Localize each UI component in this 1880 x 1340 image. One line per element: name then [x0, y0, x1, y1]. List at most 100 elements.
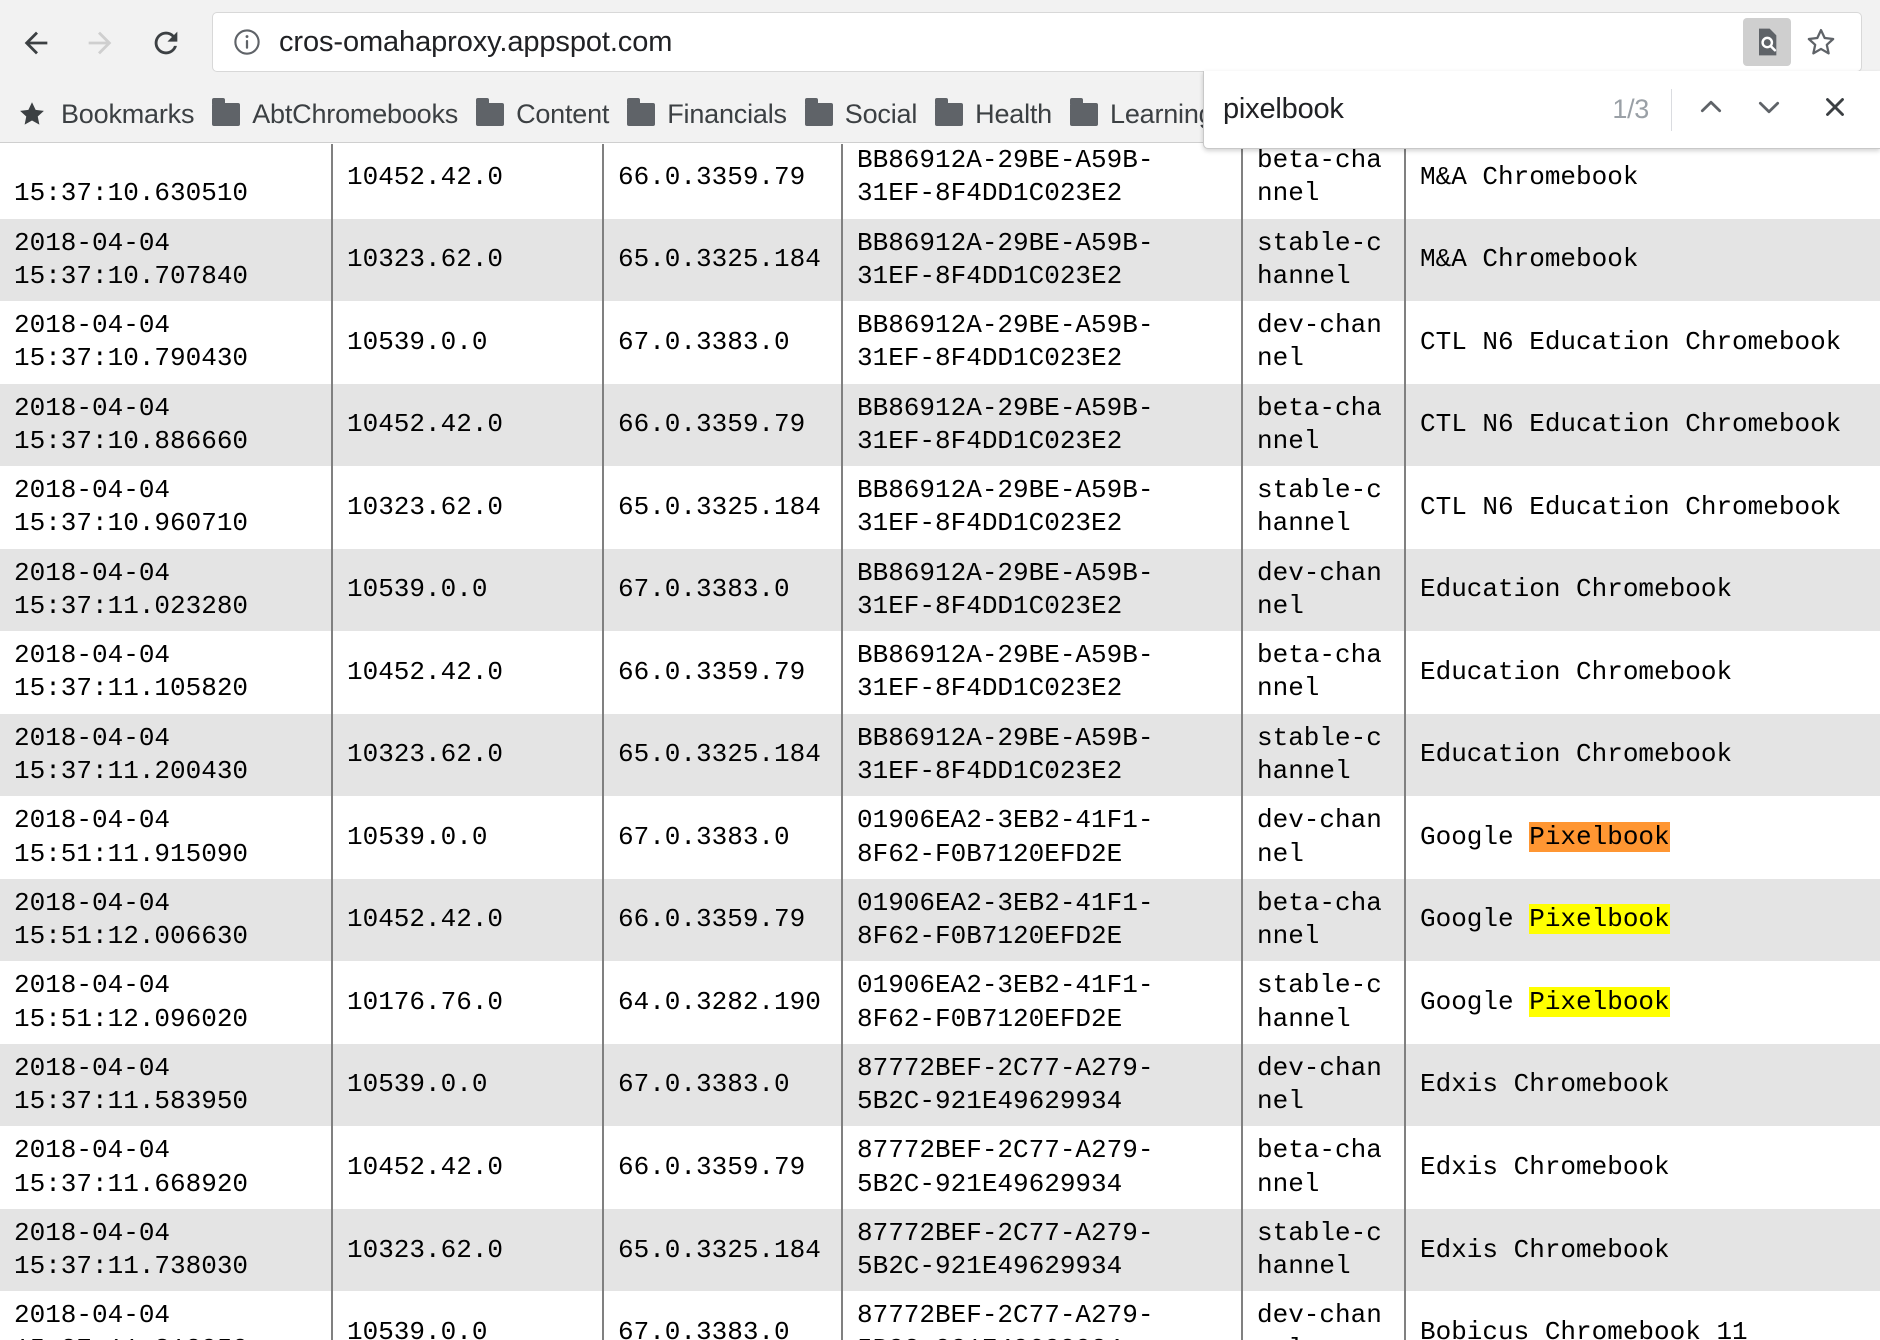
find-input[interactable]	[1223, 93, 1613, 126]
cell-chrome-version: 67.0.3383.0	[602, 1291, 842, 1340]
cell-uuid: 01906EA2-3EB2-41F1-8F62-F0B7120EFD2E	[841, 961, 1242, 1044]
address-bar[interactable]: cros-omahaproxy.appspot.com	[212, 12, 1862, 72]
cell-channel: beta-​channel	[1241, 878, 1405, 962]
cell-uuid: 01906EA2-3EB2-41F1-8F62-F0B7120EFD2E	[841, 796, 1242, 879]
bookmark-item-bookmarks[interactable]: Bookmarks	[8, 92, 203, 136]
folder-icon	[1070, 97, 1098, 126]
table-row: 2018-04-04 15:37:11.105820 10452.42.0 66.0.…	[0, 631, 1880, 714]
folder-icon	[935, 97, 964, 126]
cell-chrome-version: 67.0.3383.0	[602, 1043, 842, 1127]
bookmark-item-content[interactable]: Content	[467, 92, 618, 136]
find-close-button[interactable]	[1806, 81, 1864, 139]
table-row: 2018-04-04 15:37:11.583950 10539.0.0 67.0.3…	[0, 1043, 1880, 1127]
cell-timestamp: 2018-04-04 15:37:11.105820	[14, 640, 249, 704]
cell-channel: beta-​channel	[1241, 383, 1405, 467]
find-match-highlight: Pixelbook	[1529, 904, 1670, 935]
cell-channel: stable-​channel	[1241, 961, 1405, 1044]
cell-model: Edxis Chromebook	[1404, 1126, 1880, 1209]
bookmark-label: Learning	[1110, 98, 1214, 129]
cell-uuid: BB86912A-29BE-A59B-31EF-8F4DD1C023E2	[841, 631, 1242, 714]
cell-platform-version: 10539.0.0	[331, 548, 603, 632]
cell-timestamp: 2018-04-0415:37:11.813950	[14, 1300, 248, 1340]
cell-uuid: 87772BEF-2C77-A279-5B2C-921E49629934	[841, 1126, 1242, 1209]
table-row: 2018-04-04 15:37:11.668920 10452.42.0 66.0.…	[0, 1126, 1880, 1209]
cell-model: Edxis Chromebook	[1404, 1043, 1880, 1127]
back-arrow-icon	[19, 26, 53, 60]
close-x-icon	[1820, 92, 1850, 127]
cell-model: Google Pixelbook	[1404, 796, 1880, 879]
info-circle-icon[interactable]	[231, 26, 263, 58]
back-button[interactable]	[8, 15, 64, 71]
find-match-count: 1/3	[1612, 94, 1649, 124]
cell-model: M&A Chromebook	[1404, 144, 1880, 219]
cell-uuid: BB86912A-29BE-A59B-31EF-8F4DD1C023E2	[841, 301, 1242, 384]
cell-chrome-version: 67.0.3383.0	[602, 548, 842, 632]
cell-model: CTL N6 Education Chromebook	[1404, 466, 1880, 549]
bookmark-item-abtchromebooks[interactable]: AbtChromebooks	[203, 92, 467, 136]
star-icon	[17, 99, 47, 129]
table-row: 2018-04-04 15:51:12.096020 10176.76.0 64.0.…	[0, 961, 1880, 1044]
cell-chrome-version: 65.0.3325.184	[602, 1208, 842, 1292]
find-match-highlight: Pixelbook	[1529, 986, 1670, 1017]
cell-channel: stable-​channel	[1241, 466, 1405, 549]
find-previous-button[interactable]	[1682, 81, 1740, 139]
cell-uuid: BB86912A-29BE-A59B-31EF-8F4DD1C023E2	[841, 548, 1242, 632]
cell-uuid: 87772BEF-2C77-A279-5B2C-921E49629934	[841, 1043, 1242, 1127]
cell-uuid: 01906EA2-3EB2-41F1-8F62-F0B7120EFD2E	[841, 878, 1242, 962]
folder-icon	[212, 97, 241, 126]
cell-channel: dev-​channel	[1241, 301, 1405, 384]
cell-timestamp: 2018-04-04 15:37:11.668920	[14, 1135, 249, 1199]
cell-timestamp: 2018-04-04 15:37:11.738030	[14, 1217, 249, 1282]
cell-platform-version: 10323.62.0	[331, 1208, 603, 1292]
cell-chrome-version: 66.0.3359.79	[602, 878, 842, 962]
bookmark-label: Financials	[667, 98, 787, 129]
cell-platform-version: 10452.42.0	[331, 144, 603, 219]
bookmark-star-icon[interactable]	[1797, 18, 1845, 66]
bookmark-item-learning[interactable]: Learning	[1061, 92, 1223, 136]
cell-channel: stable-​channel	[1241, 1208, 1405, 1292]
cell-model: CTL N6 Education Chromebook	[1404, 301, 1880, 384]
chevron-up-icon	[1695, 91, 1727, 128]
bookmark-item-health[interactable]: Health	[926, 92, 1061, 136]
folder-icon	[476, 97, 505, 126]
cell-timestamp: 2018-04-04 15:37:10.790430	[14, 310, 249, 374]
cell-platform-version: 10452.42.0	[331, 631, 603, 714]
find-in-page-icon[interactable]	[1743, 18, 1791, 66]
table-row: 2018-04-04 15:37:11.200430 10323.62.0 65.0.…	[0, 713, 1880, 797]
bookmark-label: Social	[844, 98, 918, 129]
omnibox-actions	[1743, 18, 1845, 66]
table-row: 2018-04-04 15:37:11.738030 10323.62.0 65.0.…	[0, 1208, 1880, 1292]
cell-platform-version: 10452.42.0	[331, 1126, 603, 1209]
cell-channel: beta-​channel	[1241, 631, 1405, 714]
cell-platform-version: 10452.42.0	[331, 878, 603, 962]
find-match-highlight: Pixelbook	[1529, 821, 1670, 852]
folder-icon	[627, 97, 656, 126]
bookmark-label: Bookmarks	[61, 98, 195, 129]
cell-uuid: BB86912A-29BE-A59B-31EF-8F4DD1C023E2	[841, 383, 1242, 467]
chevron-down-icon	[1753, 91, 1785, 128]
cell-timestamp: 2018-04-04 15:37:10.960710	[14, 475, 249, 539]
find-bar: 1/3	[1203, 71, 1880, 149]
cell-timestamp: 2018-04-04 15:37:11.023280	[14, 557, 249, 621]
table-row: 2018-04-04 15:37:10.886660 10452.42.0 66.0.…	[0, 383, 1880, 467]
cell-timestamp: 2018-04-04 15:37:11.583950	[14, 1052, 249, 1117]
cell-channel: dev-​channel	[1241, 548, 1405, 632]
cell-uuid: BB86912A-29BE-A59B-31EF-8F4DD1C023E2	[841, 144, 1242, 219]
cell-uuid: BB86912A-29BE-A59B-31EF-8F4DD1C023E2	[841, 218, 1242, 302]
folder-icon	[804, 97, 833, 126]
cell-timestamp: 2018-04-0415:37:10.630510	[14, 178, 249, 209]
table-row: 2018-04-04 15:51:12.006630 10452.42.0 66.0.…	[0, 878, 1880, 962]
cell-uuid: 87772BEF-2C77-A279-5B2C-921E49629934	[841, 1208, 1242, 1292]
table-row: 2018-04-04 15:37:10.960710 10323.62.0 65.0.…	[0, 466, 1880, 549]
bookmark-item-social[interactable]: Social	[796, 92, 926, 136]
cell-chrome-version: 66.0.3359.79	[602, 631, 842, 714]
bookmark-item-financials[interactable]: Financials	[618, 92, 796, 136]
find-separator	[1671, 88, 1672, 131]
forward-button	[72, 15, 128, 71]
bookmark-label: Content	[516, 98, 610, 129]
cell-channel: beta-​channel	[1241, 1126, 1405, 1209]
cell-uuid: BB86912A-29BE-A59B-31EF-8F4DD1C023E2	[841, 713, 1242, 797]
find-next-button[interactable]	[1740, 81, 1798, 139]
cell-model: Education Chromebook	[1404, 713, 1880, 797]
reload-button[interactable]	[138, 15, 194, 71]
